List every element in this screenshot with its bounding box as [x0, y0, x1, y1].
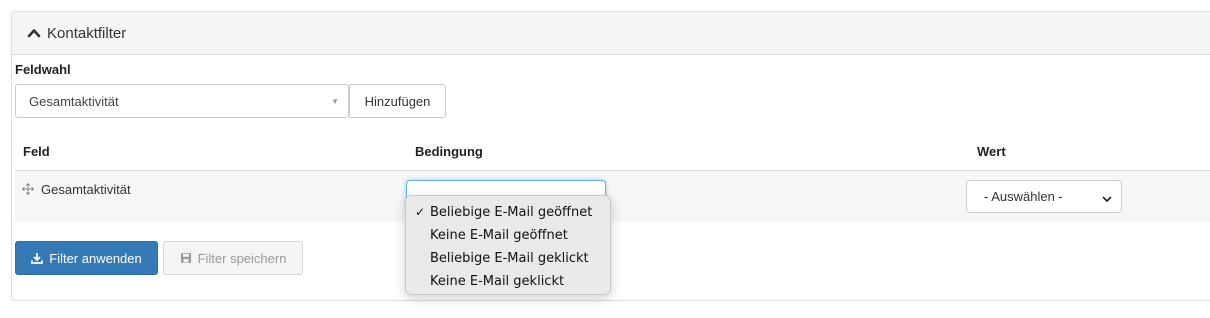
value-select-text: - Auswählen -	[984, 189, 1063, 204]
panel-heading[interactable]: Kontaktfilter	[12, 12, 1210, 55]
dropdown-option[interactable]: Keine E-Mail geöffnet	[406, 224, 610, 247]
field-select[interactable]: Gesamtaktivität ▼	[15, 84, 349, 118]
chevron-up-icon[interactable]	[27, 26, 41, 40]
panel-title: Kontaktfilter	[47, 24, 127, 42]
caret-down-icon: ▼	[331, 97, 339, 106]
dropdown-option[interactable]: Beliebige E-Mail geklickt	[406, 247, 610, 270]
value-select[interactable]: - Auswählen -	[966, 180, 1122, 213]
checkmark-icon: ✓	[415, 205, 426, 219]
dropdown-option[interactable]: ✓ Beliebige E-Mail geöffnet	[406, 201, 610, 224]
field-select-value: Gesamtaktivität	[29, 93, 119, 109]
add-button[interactable]: Hinzufügen	[349, 84, 446, 118]
field-selection-label: Feldwahl	[15, 62, 71, 77]
dropdown-option[interactable]: Keine E-Mail geklickt	[406, 270, 610, 293]
row-field-name: Gesamtaktivität	[41, 182, 131, 197]
condition-dropdown-menu: ✓ Beliebige E-Mail geöffnet Keine E-Mail…	[405, 195, 611, 295]
chevron-down-icon	[1102, 192, 1112, 202]
drag-handle-icon[interactable]	[22, 183, 34, 195]
download-icon	[31, 252, 44, 264]
floppy-disk-icon	[180, 252, 192, 264]
apply-filter-label: Filter anwenden	[49, 250, 142, 266]
save-filter-button[interactable]: Filter speichern	[163, 241, 303, 275]
column-header-condition: Bedingung	[415, 144, 483, 159]
save-filter-label: Filter speichern	[197, 250, 287, 266]
column-header-value: Wert	[977, 144, 1006, 159]
column-header-field: Feld	[23, 144, 50, 159]
apply-filter-button[interactable]: Filter anwenden	[15, 241, 158, 275]
